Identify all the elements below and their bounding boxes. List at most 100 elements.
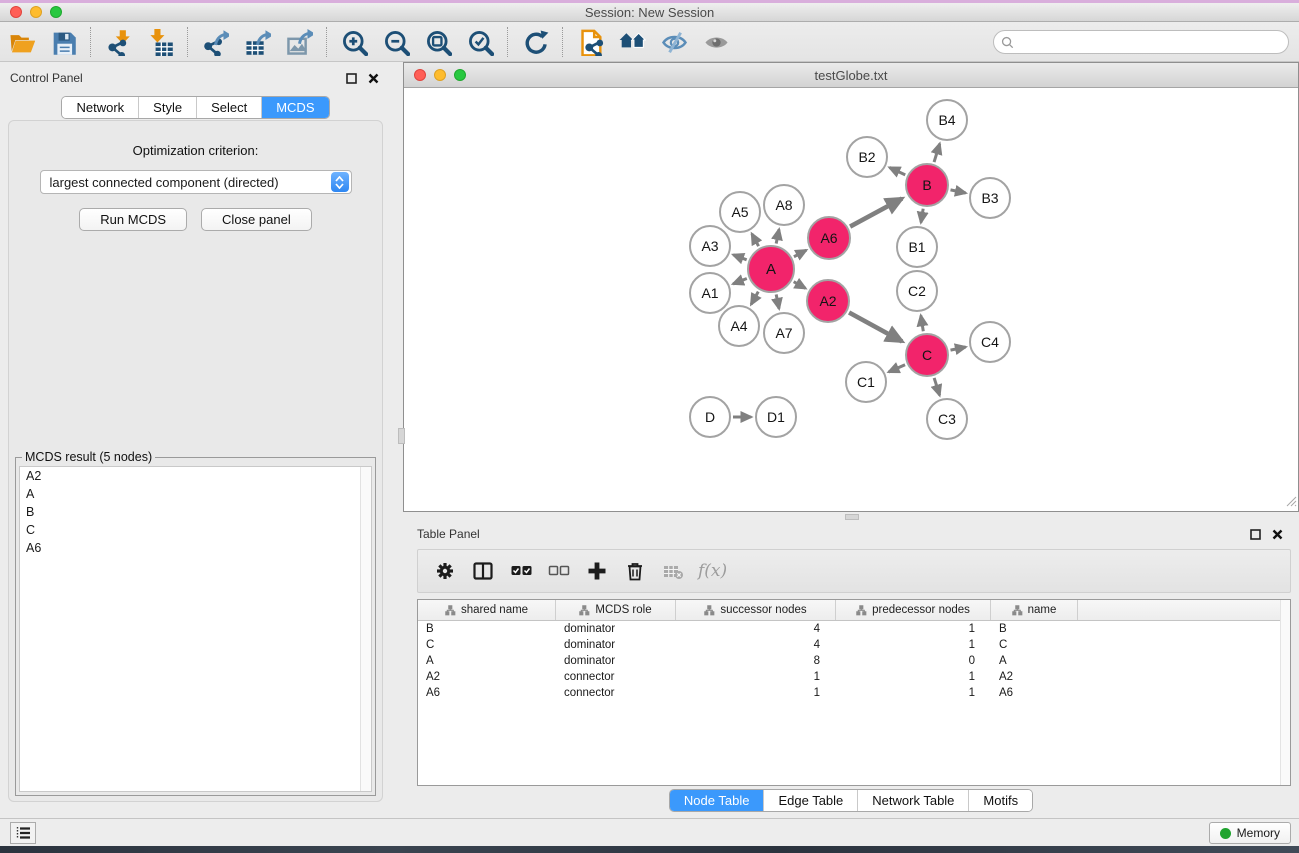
column-header-shared-name[interactable]: shared name bbox=[418, 600, 556, 620]
column-header-name[interactable]: name bbox=[991, 600, 1078, 620]
table-cell[interactable]: 1 bbox=[836, 685, 991, 701]
result-scrollbar[interactable] bbox=[360, 467, 371, 791]
select-all-button[interactable] bbox=[504, 554, 538, 588]
table-tab-motifs[interactable]: Motifs bbox=[969, 790, 1032, 811]
table-cell[interactable]: B bbox=[991, 621, 1078, 637]
tab-mcds[interactable]: MCDS bbox=[262, 97, 328, 118]
tab-style[interactable]: Style bbox=[139, 97, 197, 118]
graph-node-A2[interactable]: A2 bbox=[807, 280, 849, 322]
table-cell[interactable]: A6 bbox=[991, 685, 1078, 701]
task-history-button[interactable] bbox=[10, 822, 36, 844]
column-view-button[interactable] bbox=[466, 554, 500, 588]
table-cell[interactable]: connector bbox=[556, 669, 676, 685]
splitter-handle-vertical[interactable] bbox=[398, 428, 405, 444]
close-table-panel-icon[interactable] bbox=[1269, 526, 1285, 542]
table-cell[interactable]: C bbox=[991, 637, 1078, 653]
table-scrollbar[interactable] bbox=[1280, 600, 1290, 785]
table-cell[interactable]: B bbox=[418, 621, 556, 637]
home-button[interactable] bbox=[614, 26, 650, 58]
result-item[interactable]: A6 bbox=[20, 539, 371, 557]
export-network-button[interactable] bbox=[197, 26, 233, 58]
table-cell[interactable]: A2 bbox=[418, 669, 556, 685]
graph-node-B1[interactable]: B1 bbox=[897, 227, 937, 267]
hide-eye-button[interactable] bbox=[656, 26, 692, 58]
network-document-button[interactable] bbox=[572, 26, 608, 58]
table-cell[interactable]: A2 bbox=[991, 669, 1078, 685]
graph-node-B2[interactable]: B2 bbox=[847, 137, 887, 177]
splitter-handle-horizontal[interactable] bbox=[845, 514, 859, 520]
optimization-criterion-dropdown[interactable]: largest connected component (directed) bbox=[40, 170, 352, 194]
zoom-out-button[interactable] bbox=[378, 26, 414, 58]
column-header-successor-nodes[interactable]: successor nodes bbox=[676, 600, 836, 620]
graph-node-A6[interactable]: A6 bbox=[808, 217, 850, 259]
result-item[interactable]: B bbox=[20, 503, 371, 521]
result-item[interactable]: A2 bbox=[20, 467, 371, 485]
close-panel-icon[interactable] bbox=[365, 70, 381, 86]
table-cell[interactable]: 4 bbox=[676, 637, 836, 653]
result-item[interactable]: C bbox=[20, 521, 371, 539]
table-cell[interactable]: A bbox=[991, 653, 1078, 669]
table-cell[interactable]: 1 bbox=[836, 669, 991, 685]
export-image-button[interactable] bbox=[281, 26, 317, 58]
resize-grip-icon[interactable] bbox=[1285, 495, 1297, 510]
table-cell[interactable]: 1 bbox=[676, 685, 836, 701]
refresh-button[interactable] bbox=[517, 26, 553, 58]
table-cell[interactable]: 8 bbox=[676, 653, 836, 669]
import-network-button[interactable] bbox=[100, 26, 136, 58]
column-header-predecessor-nodes[interactable]: predecessor nodes bbox=[836, 600, 991, 620]
zoom-in-button[interactable] bbox=[336, 26, 372, 58]
delete-column-button[interactable] bbox=[618, 554, 652, 588]
table-cell[interactable]: 1 bbox=[836, 621, 991, 637]
table-tab-network-table[interactable]: Network Table bbox=[858, 790, 969, 811]
zoom-selected-button[interactable] bbox=[462, 26, 498, 58]
import-table-button[interactable] bbox=[142, 26, 178, 58]
close-panel-button[interactable]: Close panel bbox=[201, 208, 312, 231]
graph-node-D1[interactable]: D1 bbox=[756, 397, 796, 437]
graph-node-C2[interactable]: C2 bbox=[897, 271, 937, 311]
save-session-button[interactable] bbox=[45, 26, 81, 58]
graph-node-B[interactable]: B bbox=[906, 164, 948, 206]
table-cell[interactable]: dominator bbox=[556, 637, 676, 653]
table-cell[interactable]: 4 bbox=[676, 621, 836, 637]
zoom-fit-button[interactable] bbox=[420, 26, 456, 58]
graph-node-A7[interactable]: A7 bbox=[764, 313, 804, 353]
graph-node-A4[interactable]: A4 bbox=[719, 306, 759, 346]
table-cell[interactable]: dominator bbox=[556, 621, 676, 637]
graph-node-B3[interactable]: B3 bbox=[970, 178, 1010, 218]
graph-node-C[interactable]: C bbox=[906, 334, 948, 376]
graph-node-A8[interactable]: A8 bbox=[764, 185, 804, 225]
table-cell[interactable]: connector bbox=[556, 685, 676, 701]
add-column-button[interactable] bbox=[580, 554, 614, 588]
table-cell[interactable]: A bbox=[418, 653, 556, 669]
column-header-MCDS-role[interactable]: MCDS role bbox=[556, 600, 676, 620]
table-tab-node-table[interactable]: Node Table bbox=[670, 790, 765, 811]
table-cell[interactable]: 1 bbox=[676, 669, 836, 685]
table-cell[interactable]: dominator bbox=[556, 653, 676, 669]
gear-button[interactable] bbox=[428, 554, 462, 588]
float-table-panel-icon[interactable] bbox=[1247, 526, 1263, 542]
table-cell[interactable]: 1 bbox=[836, 637, 991, 653]
graph-node-D[interactable]: D bbox=[690, 397, 730, 437]
table-cell[interactable]: C bbox=[418, 637, 556, 653]
graph-node-B4[interactable]: B4 bbox=[927, 100, 967, 140]
search-input[interactable] bbox=[1014, 32, 1288, 52]
open-file-button[interactable] bbox=[3, 26, 39, 58]
graph-node-A[interactable]: A bbox=[748, 246, 794, 292]
deselect-all-button[interactable] bbox=[542, 554, 576, 588]
result-item[interactable]: A bbox=[20, 485, 371, 503]
graph-node-C1[interactable]: C1 bbox=[846, 362, 886, 402]
show-eye-button[interactable] bbox=[698, 26, 734, 58]
float-panel-icon[interactable] bbox=[343, 70, 359, 86]
tab-select[interactable]: Select bbox=[197, 97, 262, 118]
tab-network[interactable]: Network bbox=[62, 97, 139, 118]
graph-node-C3[interactable]: C3 bbox=[927, 399, 967, 439]
export-table-button[interactable] bbox=[239, 26, 275, 58]
table-cell[interactable]: 0 bbox=[836, 653, 991, 669]
graph-node-C4[interactable]: C4 bbox=[970, 322, 1010, 362]
network-canvas[interactable]: AA6A2BCB4B2B3B1C2C4C1C3A5A8A3A1A4A7DD1 bbox=[404, 88, 1298, 511]
graph-node-A5[interactable]: A5 bbox=[720, 192, 760, 232]
memory-button[interactable]: Memory bbox=[1209, 822, 1291, 844]
table-cell[interactable]: A6 bbox=[418, 685, 556, 701]
graph-node-A3[interactable]: A3 bbox=[690, 226, 730, 266]
table-tab-edge-table[interactable]: Edge Table bbox=[764, 790, 858, 811]
